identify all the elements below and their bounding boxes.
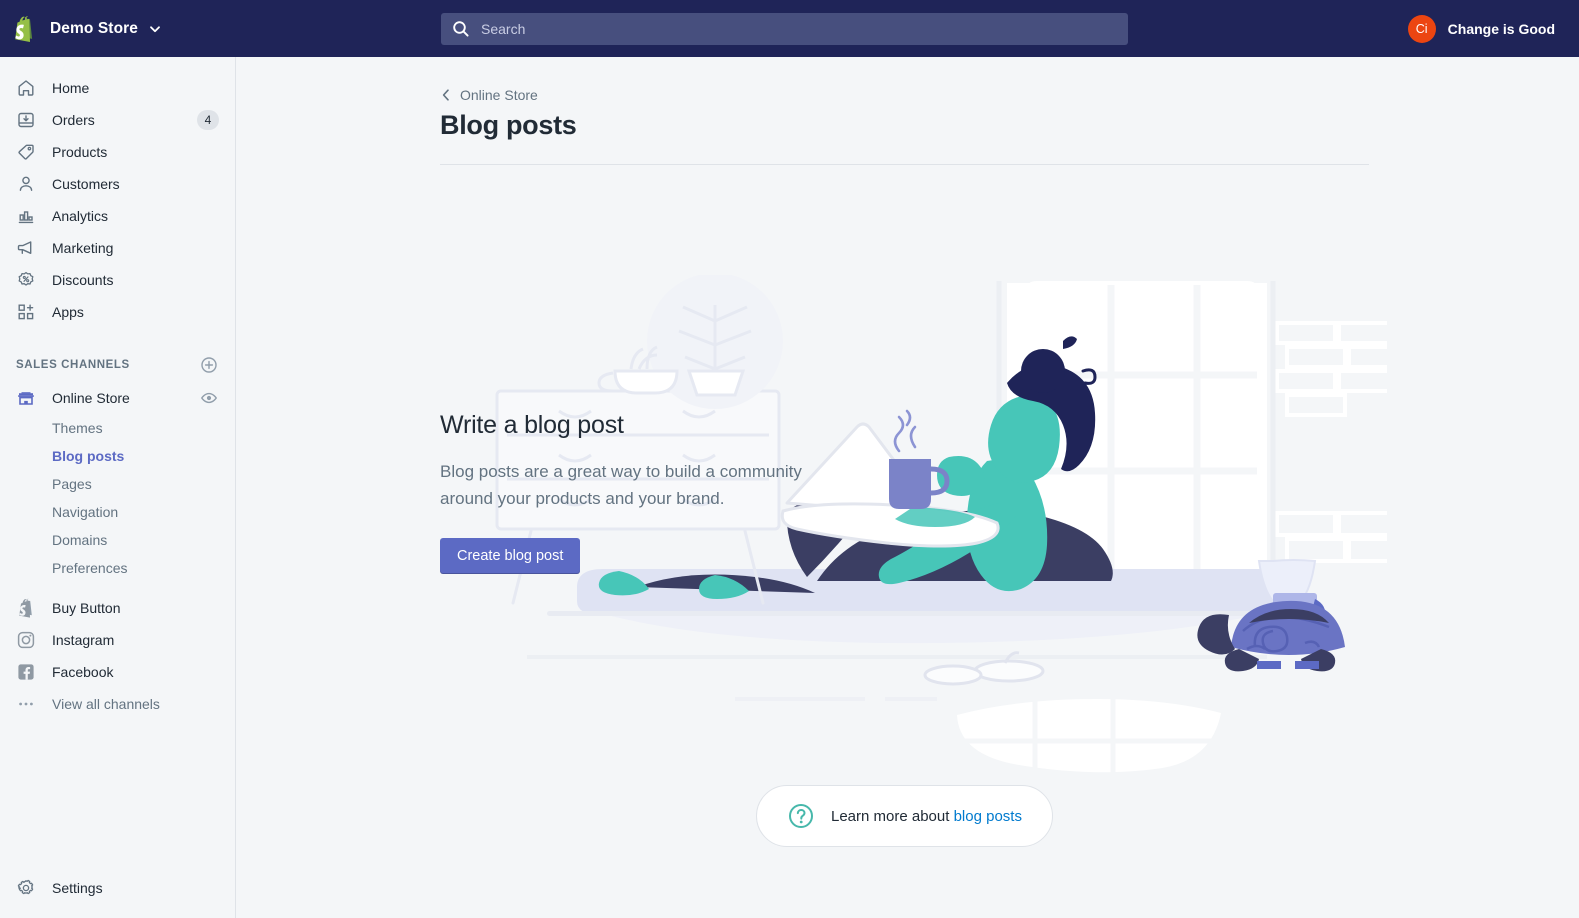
facebook-icon <box>16 662 36 682</box>
empty-state-text: Write a blog post Blog posts are a great… <box>440 411 820 575</box>
chevron-down-icon[interactable] <box>148 22 162 36</box>
sidebar-item-domains[interactable]: Domains <box>8 526 227 554</box>
page-title: Blog posts <box>440 110 577 140</box>
sidebar-item-themes[interactable]: Themes <box>8 414 227 442</box>
sidebar-item-label: Discounts <box>52 272 114 288</box>
blog-posts-link[interactable]: blog posts <box>954 808 1022 825</box>
sidebar-item-label: Customers <box>52 176 120 192</box>
orders-badge: 4 <box>197 110 219 130</box>
home-icon <box>16 78 36 98</box>
sidebar-item-label: Marketing <box>52 240 114 256</box>
marketing-megaphone-icon <box>16 238 36 258</box>
sidebar-item-label: Themes <box>52 420 103 436</box>
learn-more-text: Learn more about blog posts <box>831 808 1022 825</box>
sales-channels-title: Sales channels <box>16 359 130 371</box>
sidebar-item-label: Home <box>52 80 90 96</box>
empty-state: Write a blog post Blog posts are a great… <box>440 165 1387 796</box>
instagram-icon <box>16 630 36 650</box>
sidebar-item-label: Blog posts <box>52 448 125 464</box>
sidebar-item-label: Domains <box>52 532 108 548</box>
breadcrumb[interactable]: Online Store <box>440 87 538 103</box>
user-name: Change is Good <box>1447 20 1555 37</box>
sales-channels-header: Sales channels <box>8 350 227 380</box>
eye-icon[interactable] <box>199 388 219 408</box>
chevron-left-icon <box>440 88 452 102</box>
discounts-percent-icon <box>16 270 36 290</box>
empty-state-body: Blog posts are a great way to build a co… <box>440 462 802 508</box>
sidebar-item-label: Products <box>52 144 108 160</box>
sidebar-item-label: Orders <box>52 112 95 128</box>
analytics-bar-chart-icon <box>16 206 36 226</box>
sidebar-item-label: Apps <box>52 304 84 320</box>
sidebar-item-orders[interactable]: Orders 4 <box>8 104 227 136</box>
sidebar-item-label: Buy Button <box>52 600 121 616</box>
storefront-icon <box>16 388 36 408</box>
sidebar-item-settings[interactable]: Settings <box>8 872 228 904</box>
search-input[interactable] <box>481 13 1118 45</box>
search-icon <box>451 19 471 39</box>
sidebar: Home Orders 4 Products Customers Analyti… <box>0 57 236 918</box>
main-content: Online Store Blog posts Write a blog pos… <box>236 57 1579 918</box>
sidebar-item-facebook[interactable]: Facebook <box>8 656 227 688</box>
sidebar-item-online-store[interactable]: Online Store <box>8 382 227 414</box>
search-bar[interactable] <box>441 13 1128 45</box>
ellipsis-icon <box>16 694 36 714</box>
sidebar-item-view-all-channels[interactable]: View all channels <box>8 688 227 720</box>
learn-more-pill[interactable]: Learn more about blog posts <box>756 785 1053 847</box>
products-tag-icon <box>16 142 36 162</box>
sidebar-item-customers[interactable]: Customers <box>8 168 227 200</box>
sidebar-item-label: Pages <box>52 476 92 492</box>
sidebar-item-label: Online Store <box>52 390 130 406</box>
sidebar-item-label: Settings <box>52 880 103 896</box>
sidebar-item-label: View all channels <box>52 696 160 712</box>
sidebar-item-marketing[interactable]: Marketing <box>8 232 227 264</box>
create-blog-post-button[interactable]: Create blog post <box>440 538 581 575</box>
user-menu[interactable]: Ci Change is Good <box>1407 0 1579 57</box>
customers-person-icon <box>16 174 36 194</box>
sidebar-item-pages[interactable]: Pages <box>8 470 227 498</box>
store-name[interactable]: Demo Store <box>50 20 138 38</box>
shopify-logo[interactable] <box>0 15 48 43</box>
sidebar-item-discounts[interactable]: Discounts <box>8 264 227 296</box>
sidebar-footer: Settings <box>0 872 235 918</box>
primary-navigation: Home Orders 4 Products Customers Analyti… <box>0 57 235 328</box>
sidebar-item-label: Navigation <box>52 504 119 520</box>
sidebar-item-preferences[interactable]: Preferences <box>8 554 227 582</box>
avatar: Ci <box>1407 14 1436 43</box>
apps-grid-plus-icon <box>16 302 36 322</box>
top-bar: Demo Store Ci Change is Good <box>0 0 1579 57</box>
shopify-bag-icon <box>15 15 33 42</box>
sidebar-item-navigation[interactable]: Navigation <box>8 498 227 526</box>
footer-help: Learn more about blog posts <box>440 785 1369 847</box>
sidebar-item-label: Instagram <box>52 632 115 648</box>
sidebar-item-apps[interactable]: Apps <box>8 296 227 328</box>
shopify-buy-button-icon <box>16 598 36 618</box>
learn-more-label: Learn more about <box>831 807 950 825</box>
question-mark-circle-icon <box>787 802 815 830</box>
page-header: Online Store Blog posts <box>236 57 1579 141</box>
sidebar-item-home[interactable]: Home <box>8 72 227 104</box>
sidebar-item-label: Preferences <box>52 560 128 576</box>
sidebar-item-products[interactable]: Products <box>8 136 227 168</box>
sidebar-item-instagram[interactable]: Instagram <box>8 624 227 656</box>
sidebar-item-label: Analytics <box>52 208 109 224</box>
orders-icon <box>16 110 36 130</box>
sidebar-item-buy-button[interactable]: Buy Button <box>8 592 227 624</box>
plus-circle-icon[interactable] <box>199 355 219 375</box>
empty-state-title: Write a blog post <box>440 411 624 440</box>
gear-icon <box>16 878 36 898</box>
sidebar-item-label: Facebook <box>52 664 114 680</box>
sidebar-item-analytics[interactable]: Analytics <box>8 200 227 232</box>
breadcrumb-label: Online Store <box>460 87 538 103</box>
sidebar-item-blog-posts[interactable]: Blog posts <box>8 442 227 470</box>
